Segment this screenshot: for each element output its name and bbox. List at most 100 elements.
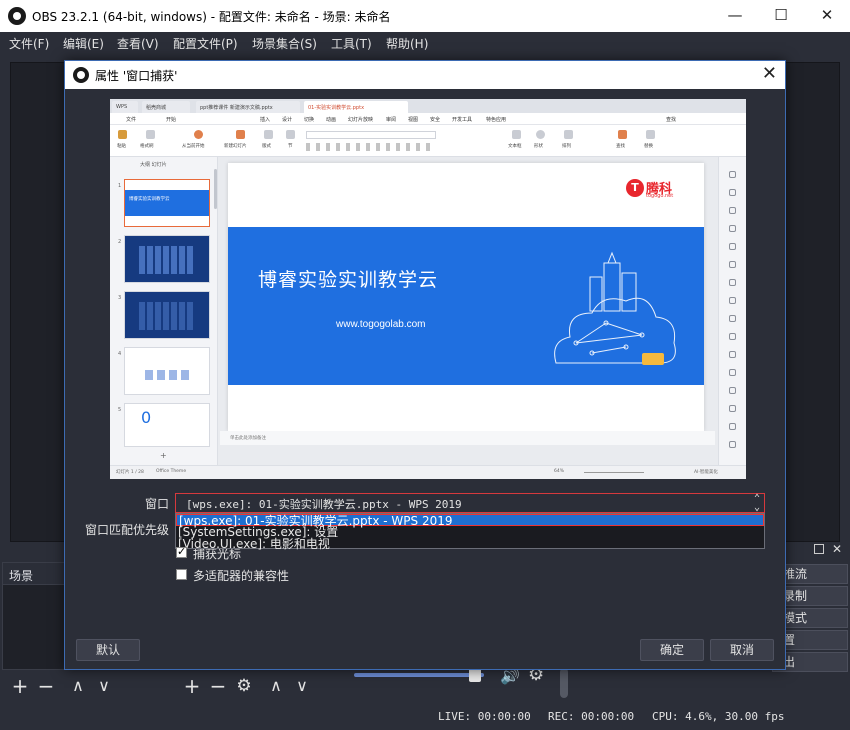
window-priority-label: 窗口匹配优先级 (84, 523, 169, 537)
wps-ribbon-label: 节 (288, 144, 293, 149)
wps-ribbon-label: 粘贴 (117, 144, 126, 149)
source-properties-gear-icon[interactable]: ⚙ (232, 674, 256, 698)
side-tool-icon (729, 297, 736, 304)
remove-scene-button[interactable]: − (34, 674, 58, 698)
dock-float-icon[interactable] (814, 544, 824, 554)
obs-logo-icon (73, 67, 89, 83)
dialog-title-bar: 属性 '窗口捕获' ✕ (65, 61, 785, 89)
textbox-icon (512, 130, 521, 139)
menu-file[interactable]: 文件(F) (9, 35, 49, 52)
sources-toolbar: + − ⚙ ∧ ∨ (174, 672, 344, 700)
side-tool-icon (729, 387, 736, 394)
find-icon (618, 130, 627, 139)
cancel-button[interactable]: 取消 (710, 639, 774, 661)
minimize-button[interactable]: — (712, 0, 758, 32)
combo-arrow-icon[interactable]: ⌃ ⌄ (754, 494, 760, 513)
side-tool-icon (729, 351, 736, 358)
window-select-value: [wps.exe]: 01-实验实训教学云.pptx - WPS 2019 (186, 498, 462, 511)
wps-ribbon-tab: 安全 (430, 117, 441, 123)
new-slide-icon (236, 130, 245, 139)
window-select[interactable]: [wps.exe]: 01-实验实训教学云.pptx - WPS 2019 ⌃ ⌄ (175, 493, 765, 513)
wps-home-tab: WPS (112, 101, 138, 113)
dock-close-icon[interactable]: ✕ (832, 542, 842, 556)
side-tool-icon (729, 243, 736, 250)
maximize-button[interactable]: ☐ (758, 0, 804, 32)
obs-title-bar: OBS 23.2.1 (64-bit, windows) - 配置文件: 未命名… (0, 0, 850, 32)
wps-ribbon-tab: 开发工具 (452, 117, 473, 123)
side-tool-icon (729, 369, 736, 376)
tengke-logo-icon: T (626, 179, 644, 197)
side-tool-icon (729, 279, 736, 286)
move-scene-down-button[interactable]: ∨ (92, 674, 116, 698)
thumb-zero: 0 (141, 408, 152, 427)
play-icon (194, 130, 203, 139)
slide-thumb-4 (124, 347, 210, 395)
slide-thumb-1: 博睿实验实训教学云 (124, 179, 210, 227)
remove-source-button[interactable]: − (206, 674, 230, 698)
wps-ribbon-tab: 插入 (260, 117, 271, 123)
wps-ribbon-label: 排列 (562, 144, 571, 149)
thumb-number: 1 (118, 183, 122, 189)
menu-scene-collection[interactable]: 场景集合(S) (252, 35, 317, 52)
defaults-button[interactable]: 默认 (76, 639, 140, 661)
side-tool-icon (729, 261, 736, 268)
volume-slider-track[interactable] (354, 673, 484, 677)
dropdown-option-movies[interactable]: [Video.UI.exe]: 电影和电视 (176, 538, 764, 550)
slide-thumb-5: 0 (124, 403, 210, 447)
wps-ribbon-label: 形状 (534, 144, 543, 149)
captured-wps-window: WPS 稻壳商城 ppt推荐课件 新建演示文稿.pptx 01-实验实训教学云.… (110, 99, 746, 479)
capture-cursor-checkbox[interactable] (176, 545, 187, 558)
side-tool-icon (729, 207, 736, 214)
move-scene-up-button[interactable]: ∧ (66, 674, 90, 698)
wps-active-tab: 01-实验实训教学云.pptx (304, 101, 408, 113)
wps-right-toolbar (718, 157, 746, 467)
side-tool-icon (729, 315, 736, 322)
thumb-title: 博睿实验实训教学云 (129, 197, 170, 202)
wps-tab-bar: WPS 稻壳商城 ppt推荐课件 新建演示文稿.pptx 01-实验实训教学云.… (110, 99, 746, 113)
wps-ribbon-tab: 动画 (326, 117, 337, 123)
wps-slide-panel: 大纲 幻灯片 1 博睿实验实训教学云 2 3 4 5 0 + (110, 157, 218, 467)
dialog-close-button[interactable]: ✕ (762, 63, 777, 84)
menu-tools[interactable]: 工具(T) (331, 35, 372, 52)
wps-ribbon-tab: 幻灯片放映 (348, 117, 374, 123)
move-source-up-button[interactable]: ∧ (264, 674, 288, 698)
multi-adapter-checkbox[interactable] (176, 569, 187, 580)
section-icon (286, 130, 295, 139)
window-label: 窗口 (144, 497, 169, 511)
arrange-icon (564, 130, 573, 139)
capture-preview: WPS 稻壳商城 ppt推荐课件 新建演示文稿.pptx 01-实验实训教学云.… (110, 99, 746, 479)
wps-ai-beautify: AI·智能美化 (694, 470, 718, 475)
mixer-scrollbar[interactable] (560, 668, 568, 698)
close-window-button[interactable]: ✕ (804, 0, 850, 32)
wps-ribbon-label: 查找 (616, 144, 625, 149)
side-tool-icon (729, 423, 736, 430)
menu-edit[interactable]: 编辑(E) (63, 35, 104, 52)
wps-ribbon-tab: 设计 (282, 117, 293, 123)
window-dropdown-list: [wps.exe]: 01-实验实训教学云.pptx - WPS 2019 [S… (175, 513, 765, 550)
wps-ribbon-tab: 特色应用 (486, 117, 507, 123)
status-bar: LIVE: 00:00:00 REC: 00:00:00 CPU: 4.6%, … (0, 704, 850, 730)
menu-bar: 文件(F) 编辑(E) 查看(V) 配置文件(P) 场景集合(S) 工具(T) … (0, 32, 850, 54)
wps-ribbon-tab: 视图 (408, 117, 419, 123)
volume-slider-handle[interactable] (468, 668, 481, 682)
ok-button[interactable]: 确定 (640, 639, 704, 661)
add-slide-icon: + (160, 451, 167, 460)
format-painter-icon (146, 130, 155, 139)
thumb-number: 4 (118, 351, 122, 357)
menu-profile[interactable]: 配置文件(P) (173, 35, 238, 52)
add-scene-button[interactable]: + (8, 674, 32, 698)
side-tool-icon (729, 333, 736, 340)
side-tool-icon (729, 405, 736, 412)
properties-dialog: 属性 '窗口捕获' ✕ WPS 稻壳商城 ppt推荐课件 新建演示文稿.pptx… (64, 60, 786, 670)
add-source-button[interactable]: + (180, 674, 204, 698)
logo-subtext: togogo.net (646, 193, 674, 199)
thumb-number: 2 (118, 239, 122, 245)
wps-doc-tab: ppt推荐课件 新建演示文稿.pptx (196, 101, 300, 113)
menu-help[interactable]: 帮助(H) (386, 35, 428, 52)
menu-view[interactable]: 查看(V) (117, 35, 159, 52)
move-source-down-button[interactable]: ∨ (290, 674, 314, 698)
wps-store-tab: 稻壳商城 (142, 101, 190, 113)
wps-ribbon-label: 从当前开始 (182, 144, 205, 149)
slide-thumb-3 (124, 291, 210, 339)
wps-ribbon-label: 替换 (644, 144, 653, 149)
